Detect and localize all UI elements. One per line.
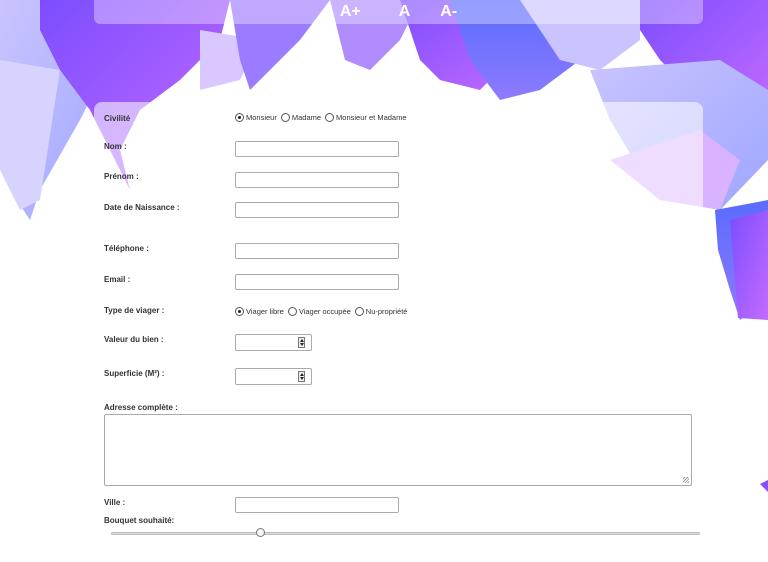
viager-option-occupee[interactable]: Viager occupée (287, 307, 351, 316)
superficie-input[interactable] (235, 368, 312, 385)
bouquet-slider[interactable] (111, 528, 700, 538)
civilite-label: Civilité (104, 114, 131, 123)
slider-thumb[interactable] (256, 528, 265, 537)
text-size-toolbar: A+ A A- (94, 0, 703, 24)
telephone-label: Téléphone : (104, 244, 149, 253)
form-panel (94, 102, 703, 562)
prenom-label: Prénom : (104, 172, 139, 181)
resize-grip-icon[interactable] (683, 477, 689, 483)
radio-icon[interactable] (235, 307, 244, 316)
email-input[interactable] (235, 274, 399, 290)
radio-icon[interactable] (325, 113, 335, 122)
decrease-text-button[interactable]: A- (440, 1, 457, 23)
valeur-bien-input[interactable] (235, 334, 312, 351)
civilite-option-monsieur[interactable]: Monsieur (235, 113, 277, 122)
bouquet-label: Bouquet souhaité: (104, 516, 175, 525)
slider-track[interactable] (111, 532, 700, 535)
increase-text-button[interactable]: A+ (340, 1, 361, 23)
radio-icon[interactable] (235, 113, 244, 122)
spinner-icon[interactable] (298, 337, 305, 348)
radio-icon[interactable] (354, 307, 364, 316)
ville-label: Ville : (104, 498, 126, 507)
date-naissance-label: Date de Naissance : (104, 203, 180, 212)
adresse-label: Adresse complète : (104, 403, 178, 412)
spinner-icon[interactable] (298, 371, 305, 382)
nom-input[interactable] (235, 141, 399, 157)
viager-option-libre[interactable]: Viager libre (235, 307, 284, 316)
telephone-input[interactable] (235, 243, 399, 259)
superficie-label: Superficie (M²) : (104, 369, 165, 378)
date-naissance-input[interactable] (235, 202, 399, 218)
type-viager-radio-group: Viager libre Viager occupée Nu-propriété (235, 307, 411, 316)
civilite-option-madame[interactable]: Madame (280, 113, 321, 122)
prenom-input[interactable] (235, 172, 399, 188)
nom-label: Nom : (104, 142, 127, 151)
civilite-option-monsieur-et-madame[interactable]: Monsieur et Madame (325, 113, 407, 122)
valeur-bien-label: Valeur du bien : (104, 335, 164, 344)
radio-icon[interactable] (280, 113, 290, 122)
ville-input[interactable] (235, 497, 399, 513)
reset-text-button[interactable]: A (399, 1, 411, 23)
viager-option-nu-propriete[interactable]: Nu-propriété (354, 307, 407, 316)
adresse-textarea[interactable] (104, 414, 692, 486)
radio-icon[interactable] (287, 307, 297, 316)
type-viager-label: Type de viager : (104, 306, 165, 315)
civilite-radio-group: Monsieur Madame Monsieur et Madame (235, 113, 411, 122)
email-label: Email : (104, 275, 131, 284)
